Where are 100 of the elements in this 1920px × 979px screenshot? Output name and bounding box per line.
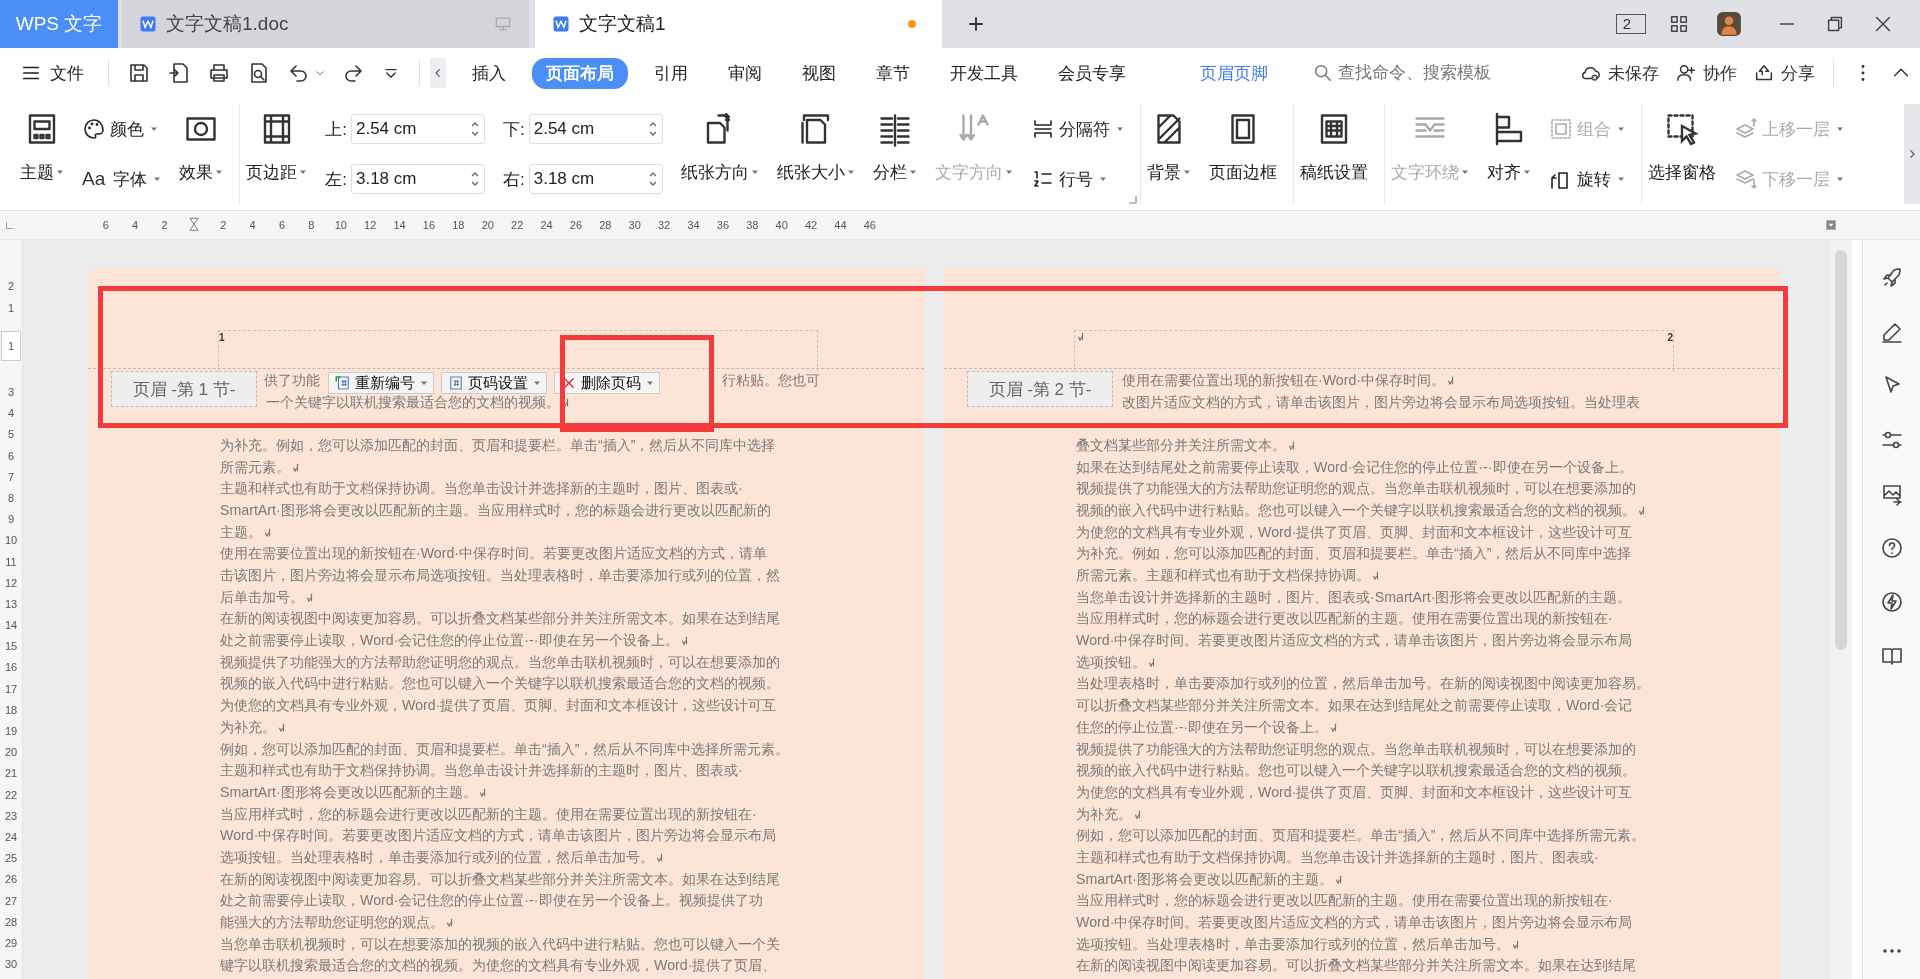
body-text: SmartArt·图形将会更改以匹配新的主题。 bbox=[1076, 869, 1333, 889]
lightning-icon[interactable] bbox=[1879, 590, 1904, 614]
document-arrow-icon[interactable] bbox=[167, 61, 191, 85]
body-text: 击该图片，图片旁边将会显示布局选项按钮。当处理表格时，单击要添加行或列的位置，然 bbox=[220, 566, 780, 586]
ribbon-tab[interactable]: 章节 bbox=[862, 57, 924, 89]
collapse-pane-icon[interactable] bbox=[1824, 218, 1838, 232]
ribbon-button[interactable]: 页面边框 bbox=[1208, 104, 1277, 204]
body-text: 主题和样式也有助于文档保持协调。当您单击设计并选择新的主题时，图片、图表或· bbox=[220, 761, 743, 781]
margin-field[interactable]: 3.18 cm bbox=[528, 164, 663, 194]
body-text: 视频提供了功能强大的方法帮助您证明您的观点。当您单击联机视频时，可以在想要添加的 bbox=[1076, 479, 1636, 499]
grid-icon[interactable] bbox=[1668, 13, 1690, 35]
header-tool-button[interactable]: 重新编号 bbox=[328, 372, 434, 394]
body-text: 为补充。 bbox=[220, 717, 276, 737]
ribbon-tab[interactable]: 视图 bbox=[788, 57, 850, 89]
ruler-corner bbox=[6, 221, 13, 229]
margin-field[interactable]: 2.54 cm bbox=[351, 114, 485, 144]
ruler-number: 16 bbox=[421, 219, 437, 231]
help-icon[interactable] bbox=[1879, 536, 1904, 560]
ruler-number: 28 bbox=[598, 219, 613, 231]
layer-down-icon bbox=[1733, 167, 1758, 191]
body-text: 改图片适应文档的方式，请单击该图片，图片旁边将会显示布局选项按钮。当处理表 bbox=[1122, 392, 1640, 412]
ribbon-button[interactable]: 纸张方向 bbox=[680, 104, 759, 204]
body-text: 主题和样式也有助于文档保持协调。当您单击设计并选择新的主题时，图片、图表或· bbox=[1076, 847, 1599, 867]
body-text: Word·中保存时间。若要更改图片适应文档的方式，请单击该图片，图片旁边将会显示布局 bbox=[220, 826, 777, 846]
paragraph-mark-icon bbox=[1132, 808, 1142, 819]
ribbon-button[interactable]: 页边距 bbox=[246, 104, 308, 204]
body-text: SmartArt·图形将会更改以匹配新的主题。 bbox=[220, 782, 477, 802]
body-text: 主题。 bbox=[220, 522, 262, 542]
caret-icon bbox=[1460, 168, 1469, 176]
ruler-number: 2 bbox=[160, 219, 169, 231]
ruler-number: 22 bbox=[510, 219, 525, 231]
ruler-number: 12 bbox=[4, 575, 18, 591]
ruler-number: 20 bbox=[480, 219, 495, 231]
margin-label: 下: bbox=[503, 118, 525, 141]
ribbon-button[interactable]: 效果 bbox=[179, 104, 224, 204]
scroll-thumb[interactable] bbox=[1835, 250, 1847, 650]
body-text: 选项按钮。当处理表格时，单击要添加行或列的位置，然后单击加号。 bbox=[1076, 934, 1510, 954]
margin-field[interactable]: 3.18 cm bbox=[351, 164, 485, 194]
ribbon-button[interactable]: 选择窗格 bbox=[1647, 104, 1716, 204]
paragraph-mark-icon bbox=[276, 721, 286, 732]
ruler-number: 10 bbox=[4, 533, 18, 549]
toolbar-action[interactable]: 未保存 bbox=[1580, 61, 1659, 85]
avatar-icon[interactable] bbox=[1716, 11, 1742, 37]
paragraph-mark-icon bbox=[262, 526, 272, 537]
body-text: 处之前需要停止读取，Word·会记住您的停止位置·-·即使在另一个设备上。视频提供了功 bbox=[220, 891, 763, 911]
ribbon-button[interactable]: Aa 字体 bbox=[82, 167, 162, 191]
ribbon-button[interactable]: 分栏 bbox=[872, 104, 917, 204]
paragraph-mark-icon bbox=[1286, 439, 1296, 450]
document-tab[interactable]: 文字文稿1.doc bbox=[122, 0, 529, 48]
body-text: 供了功能 bbox=[264, 370, 320, 390]
unsaved-dot bbox=[908, 20, 916, 28]
ruler-number: 10 bbox=[333, 219, 348, 231]
caret-icon bbox=[1004, 168, 1013, 176]
ribbon-button[interactable]: 背景 bbox=[1146, 104, 1191, 204]
header-tool-button[interactable]: 删除页码 bbox=[554, 372, 660, 394]
document-tab[interactable]: 文字文稿1 bbox=[535, 0, 942, 48]
ribbon-button[interactable]: 旋转 bbox=[1548, 167, 1625, 191]
ribbon-tab[interactable]: 会员专享 bbox=[1044, 57, 1140, 89]
margin-field[interactable]: 2.54 cm bbox=[528, 114, 663, 144]
ribbon-button[interactable]: 对齐 bbox=[1486, 104, 1531, 204]
ruler-number: 5 bbox=[7, 427, 15, 443]
ribbon-tab[interactable]: 开发工具 bbox=[936, 57, 1032, 89]
ribbon-button[interactable]: 主题 bbox=[20, 104, 64, 204]
body-text: 一个关键字以联机搜索最适合您的文档的视频。 bbox=[266, 392, 560, 412]
ribbon-tab[interactable]: 引用 bbox=[640, 57, 702, 89]
print-icon[interactable] bbox=[207, 61, 231, 85]
ruler-number: 20 bbox=[4, 745, 18, 761]
ruler-number: 24 bbox=[4, 829, 18, 845]
body-text: 主题和样式也有助于文档保持协调。当您单击设计并选择新的主题时，图片、图表或· bbox=[220, 479, 743, 499]
dual-screen-button[interactable]: 2 bbox=[1615, 14, 1646, 34]
ribbon-button[interactable]: 稿纸设置 bbox=[1299, 104, 1368, 204]
body-text: 例如，您可以添加匹配的封面、页眉和提要栏。单击“插入”，然后从不同库中选择所需元素。 bbox=[220, 739, 790, 759]
body-text: 在新的阅读视图中阅读更加容易。可以折叠文档某些部分并关注所需文本。如果在达到结尾 bbox=[1076, 956, 1636, 976]
document-icon bbox=[551, 14, 571, 34]
ribbon-button[interactable]: 行号 bbox=[1030, 167, 1124, 191]
caret-icon bbox=[533, 379, 541, 387]
file-menu[interactable]: 文件 bbox=[20, 61, 84, 85]
ruler-number: 2 bbox=[7, 279, 15, 294]
ruler-number: 40 bbox=[774, 219, 789, 231]
ribbon-button[interactable]: 颜色 bbox=[82, 117, 162, 142]
ruler-number: 29 bbox=[4, 935, 18, 951]
header-section-label: 页眉 -第 2 节- bbox=[967, 371, 1113, 407]
toolbar-action[interactable]: 协作 bbox=[1675, 61, 1737, 85]
ribbon-tab[interactable]: 审阅 bbox=[714, 57, 776, 89]
ruler-number: 8 bbox=[307, 219, 316, 231]
caret-icon bbox=[1098, 175, 1107, 183]
caret-icon bbox=[646, 379, 654, 387]
save-icon[interactable] bbox=[127, 61, 151, 85]
ruler-number: 34 bbox=[686, 219, 701, 231]
ribbon-button[interactable]: 分隔符 bbox=[1030, 117, 1124, 141]
pen-icon[interactable] bbox=[1879, 320, 1904, 344]
header-tool-button[interactable]: 页码设置 bbox=[441, 372, 547, 394]
caret-icon bbox=[299, 168, 308, 176]
toolbar-action[interactable]: 分享 bbox=[1753, 61, 1815, 85]
search-field[interactable]: 查找命令、搜索模板 bbox=[1312, 61, 1548, 85]
new-tab-button[interactable] bbox=[966, 14, 986, 34]
ribbon-tab[interactable]: 页眉页脚 bbox=[1186, 57, 1282, 89]
ribbon-button[interactable]: 纸张大小 bbox=[776, 104, 855, 204]
ribbon-tab[interactable]: 插入 bbox=[458, 57, 520, 89]
ruler-number: 18 bbox=[4, 702, 18, 718]
